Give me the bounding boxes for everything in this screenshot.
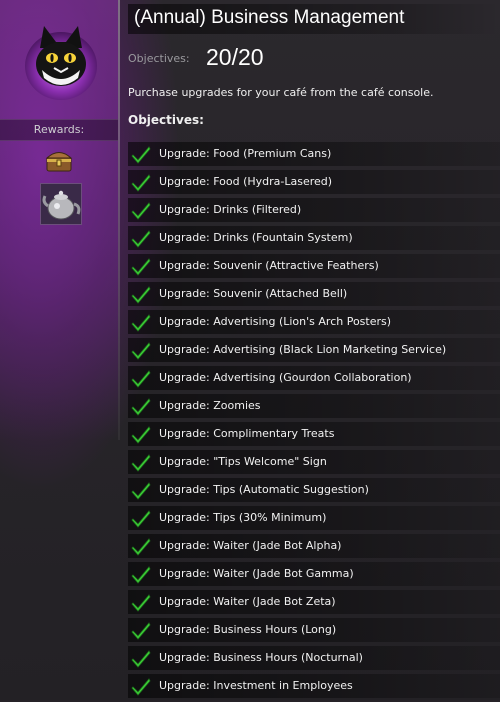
objectives-progress-count: 20/20	[206, 44, 264, 70]
objective-row: Upgrade: Food (Premium Cans)	[128, 142, 500, 166]
objective-label: Upgrade: Souvenir (Attractive Feathers)	[159, 259, 379, 272]
objective-label: Upgrade: Food (Hydra-Lasered)	[159, 175, 333, 188]
sidebar-divider	[118, 0, 120, 440]
checkmark-icon	[131, 622, 151, 640]
objective-label: Upgrade: Advertising (Black Lion Marketi…	[159, 343, 447, 356]
objective-row: Upgrade: Drinks (Filtered)	[128, 198, 500, 222]
objective-row: Upgrade: Souvenir (Attractive Feathers)	[128, 254, 500, 278]
objective-label: Upgrade: Advertising (Lion's Arch Poster…	[159, 315, 392, 328]
checkmark-icon	[131, 538, 151, 556]
objective-row: Upgrade: Zoomies	[128, 394, 500, 418]
checkmark-icon	[131, 146, 151, 164]
checkmark-icon	[131, 566, 151, 584]
checkmark-icon	[131, 314, 151, 332]
objective-label: Upgrade: Complimentary Treats	[159, 427, 335, 440]
objective-label: Upgrade: Business Hours (Long)	[159, 623, 337, 636]
objective-label: Upgrade: Waiter (Jade Bot Gamma)	[159, 567, 354, 580]
objective-row: Upgrade: Business Hours (Long)	[128, 618, 500, 642]
objective-row: Upgrade: Advertising (Lion's Arch Poster…	[128, 310, 500, 334]
objective-label: Upgrade: Advertising (Gourdon Collaborat…	[159, 371, 412, 384]
teapot-reward-slot[interactable]	[40, 183, 82, 225]
checkmark-icon	[131, 370, 151, 388]
objective-label: Upgrade: "Tips Welcome" Sign	[159, 455, 327, 468]
objective-list: Upgrade: Food (Premium Cans) Upgrade: Foo…	[128, 142, 500, 702]
checkmark-icon	[131, 678, 151, 696]
objectives-count-label: Objectives:	[128, 52, 190, 65]
rewards-label: Rewards:	[0, 119, 118, 141]
objective-row: Upgrade: Waiter (Jade Bot Alpha)	[128, 534, 500, 558]
objective-row: Upgrade: Food (Hydra-Lasered)	[128, 170, 500, 194]
checkmark-icon	[131, 594, 151, 612]
objective-row: Upgrade: "Tips Welcome" Sign	[128, 450, 500, 474]
checkmark-icon	[131, 398, 151, 416]
checkmark-icon	[131, 650, 151, 668]
objective-label: Upgrade: Waiter (Jade Bot Zeta)	[159, 595, 336, 608]
objective-label: Upgrade: Tips (Automatic Suggestion)	[159, 483, 369, 496]
objective-row: Upgrade: Souvenir (Attached Bell)	[128, 282, 500, 306]
objective-row: Upgrade: Advertising (Black Lion Marketi…	[128, 338, 500, 362]
objective-label: Upgrade: Drinks (Fountain System)	[159, 231, 353, 244]
checkmark-icon	[131, 230, 151, 248]
checkmark-icon	[131, 510, 151, 528]
checkmark-icon	[131, 174, 151, 192]
objective-row: Upgrade: Waiter (Jade Bot Zeta)	[128, 590, 500, 614]
achievement-title: (Annual) Business Management	[134, 7, 405, 28]
checkmark-icon	[131, 258, 151, 276]
teapot-icon	[41, 184, 81, 224]
objective-label: Upgrade: Investment in Employees	[159, 679, 353, 692]
checkmark-icon	[131, 202, 151, 220]
objective-row: Upgrade: Advertising (Gourdon Collaborat…	[128, 366, 500, 390]
objective-row: Upgrade: Tips (30% Minimum)	[128, 506, 500, 530]
objective-label: Upgrade: Waiter (Jade Bot Alpha)	[159, 539, 342, 552]
objective-label: Upgrade: Tips (30% Minimum)	[159, 511, 327, 524]
objective-label: Upgrade: Zoomies	[159, 399, 261, 412]
checkmark-icon	[131, 454, 151, 472]
checkmark-icon	[131, 426, 151, 444]
objective-row: Upgrade: Business Hours (Nocturnal)	[128, 646, 500, 670]
objectives-heading: Objectives:	[128, 113, 204, 127]
checkmark-icon	[131, 286, 151, 304]
objective-row: Upgrade: Investment in Employees	[128, 674, 500, 698]
objective-row: Upgrade: Complimentary Treats	[128, 422, 500, 446]
achievement-description: Purchase upgrades for your café from the…	[128, 86, 434, 99]
objective-row: Upgrade: Waiter (Jade Bot Gamma)	[128, 562, 500, 586]
objective-row: Upgrade: Tips (Automatic Suggestion)	[128, 478, 500, 502]
objective-label: Upgrade: Souvenir (Attached Bell)	[159, 287, 348, 300]
objective-row: Upgrade: Drinks (Fountain System)	[128, 226, 500, 250]
objective-label: Upgrade: Food (Premium Cans)	[159, 147, 332, 160]
cat-emblem-icon	[25, 26, 97, 100]
checkmark-icon	[131, 482, 151, 500]
objective-label: Upgrade: Business Hours (Nocturnal)	[159, 651, 363, 664]
checkmark-icon	[131, 342, 151, 360]
chest-icon[interactable]	[44, 147, 74, 173]
objective-label: Upgrade: Drinks (Filtered)	[159, 203, 302, 216]
